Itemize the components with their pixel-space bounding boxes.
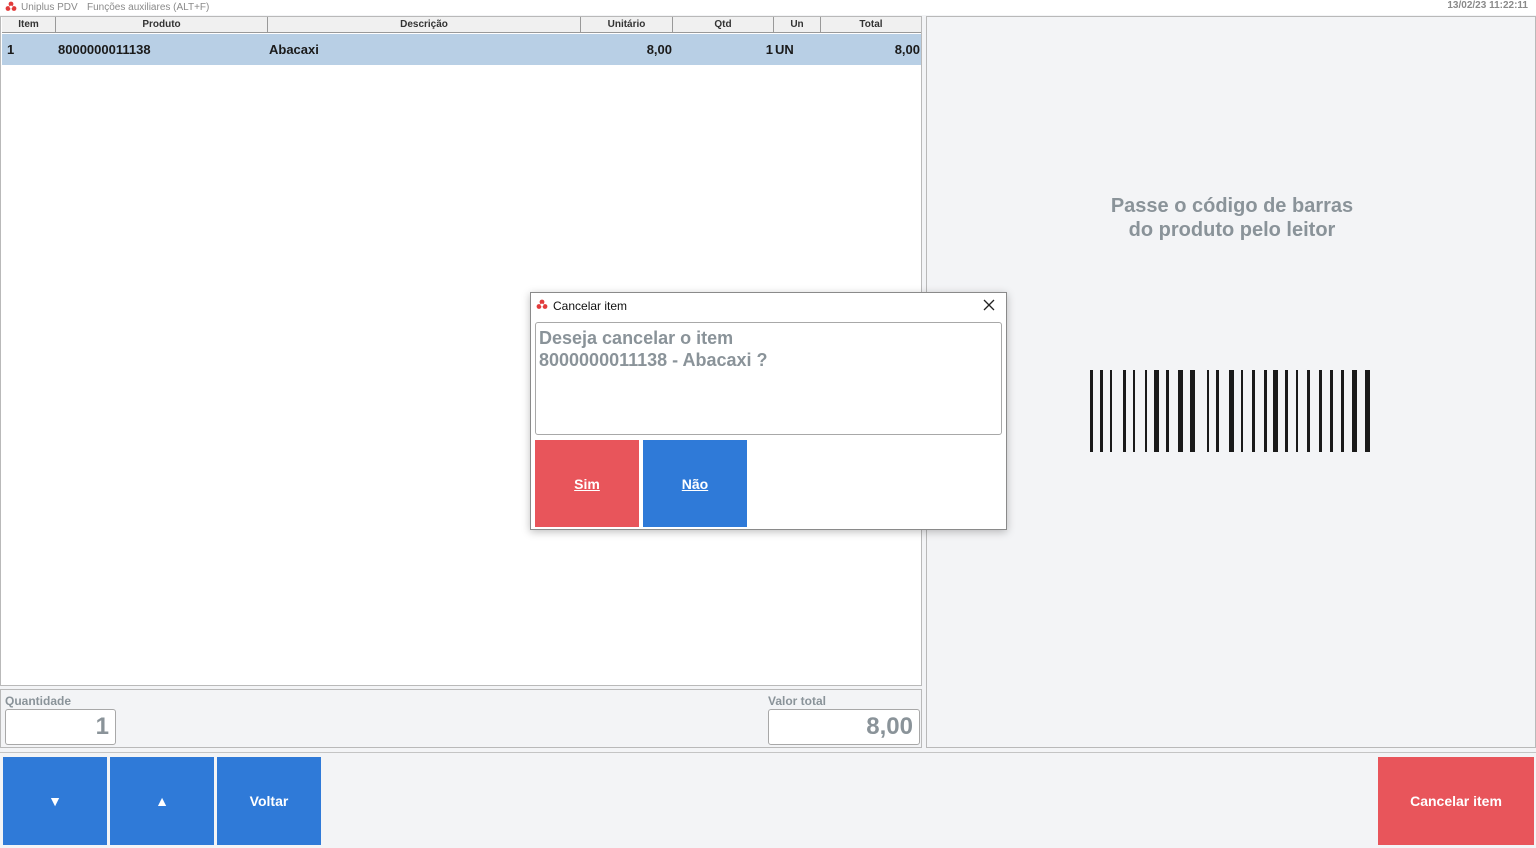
close-icon[interactable] <box>981 297 997 313</box>
table-row[interactable]: 1 8000000011138 Abacaxi 8,00 1 UN 8,00 <box>2 34 921 65</box>
cancel-item-button[interactable]: Cancelar item <box>1378 757 1534 845</box>
scan-instruction-line2: do produto pelo leitor <box>1128 219 1336 241</box>
dialog-message-line2: 8000000011138 - Abacaxi ? <box>539 350 768 370</box>
column-header-qtd[interactable]: Qtd <box>673 17 774 33</box>
datetime-display: 13/02/23 11:22:11 <box>1447 0 1528 11</box>
column-header-produto[interactable]: Produto <box>56 17 268 33</box>
totals-panel: Quantidade 1 Valor total 8,00 <box>0 689 922 748</box>
total-value-field: 8,00 <box>768 709 920 745</box>
auxiliary-functions-menu[interactable]: Funções auxiliares (ALT+F) <box>87 2 209 13</box>
cell-qtd: 1 <box>765 42 773 57</box>
column-header-descricao[interactable]: Descrição <box>268 17 581 33</box>
column-header-total[interactable]: Total <box>821 17 921 33</box>
scan-instruction-line1: Passe o código de barras <box>1110 195 1354 217</box>
quantity-field[interactable]: 1 <box>5 709 116 745</box>
table-header: Item Produto Descrição Unitário Qtd Un T… <box>2 17 921 33</box>
dialog-message-line1: Deseja cancelar o item <box>539 328 734 348</box>
move-down-button[interactable]: ▼ <box>3 757 107 845</box>
app-name: Uniplus PDV <box>21 2 78 13</box>
uniplus-logo-icon <box>536 299 548 309</box>
pdv-window: Uniplus PDV Funções auxiliares (ALT+F) 1… <box>0 0 1536 848</box>
column-header-un[interactable]: Un <box>774 17 821 33</box>
scanner-panel: Passe o código de barras do produto pelo… <box>926 16 1536 748</box>
column-header-unitario[interactable]: Unitário <box>581 17 673 33</box>
cell-unitario: 8,00 <box>646 42 672 57</box>
cell-total: 8,00 <box>894 42 920 57</box>
barcode-icon <box>1090 370 1370 452</box>
yes-button-label: Sim <box>574 475 600 492</box>
cancel-item-dialog: Cancelar item Deseja cancelar o item 800… <box>530 292 1007 530</box>
cell-un: UN <box>775 42 794 57</box>
back-button[interactable]: Voltar <box>217 757 321 845</box>
quantity-label: Quantidade <box>5 694 72 708</box>
no-button[interactable]: Não <box>643 440 747 527</box>
column-header-item[interactable]: Item <box>2 17 56 33</box>
move-up-button[interactable]: ▲ <box>110 757 214 845</box>
total-value-label: Valor total <box>768 694 827 708</box>
dialog-title: Cancelar item <box>553 299 628 313</box>
cell-produto: 8000000011138 <box>58 42 151 57</box>
action-bar: ▼ ▲ Voltar Cancelar item <box>0 752 1536 848</box>
top-bar: Uniplus PDV Funções auxiliares (ALT+F) 1… <box>0 0 1536 15</box>
uniplus-logo-icon <box>5 1 17 11</box>
yes-button[interactable]: Sim <box>535 440 639 527</box>
cell-item: 1 <box>7 42 15 57</box>
dialog-message: Deseja cancelar o item 8000000011138 - A… <box>535 322 1002 435</box>
no-button-label: Não <box>681 475 709 492</box>
scan-instruction: Passe o código de barras do produto pelo… <box>927 194 1536 242</box>
cell-descricao: Abacaxi <box>269 42 319 57</box>
